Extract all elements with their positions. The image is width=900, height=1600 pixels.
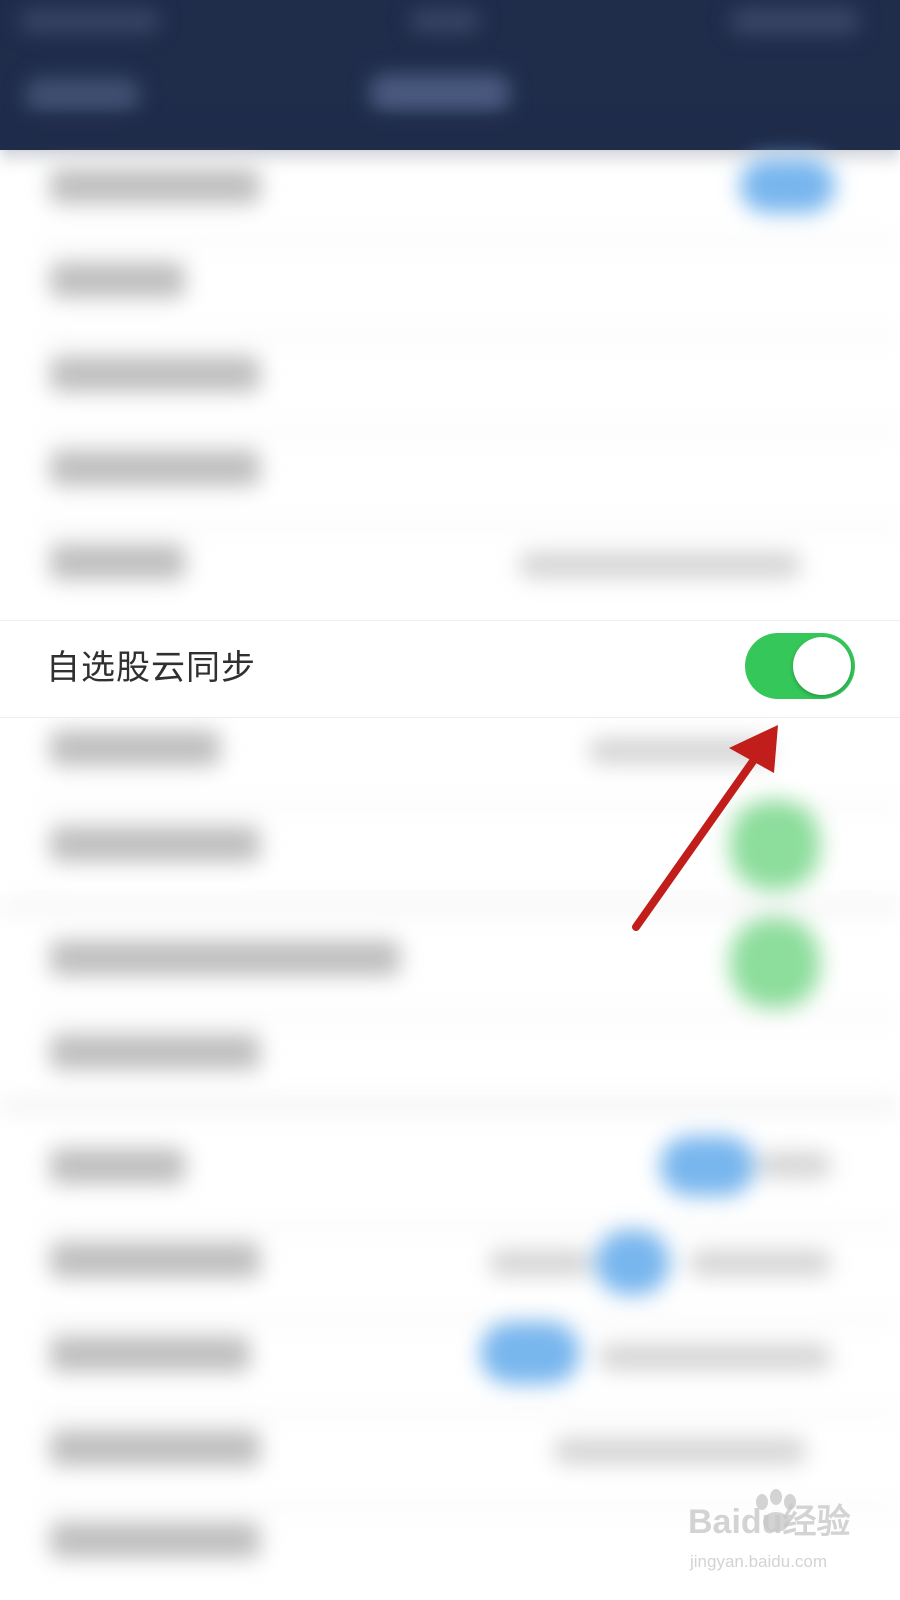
cloud-sync-row: 自选股云同步	[0, 620, 900, 718]
cloud-sync-toggle[interactable]	[745, 633, 855, 699]
watermark-brand: Baidu经验	[688, 1503, 851, 1541]
baidu-watermark: Baidu经验 jingyan.baidu.com	[688, 1489, 888, 1595]
watermark-url: jingyan.baidu.com	[690, 1552, 828, 1571]
cloud-sync-label: 自选股云同步	[46, 648, 256, 688]
blurred-settings-list	[0, 150, 900, 1600]
toggle-knob	[793, 637, 851, 695]
